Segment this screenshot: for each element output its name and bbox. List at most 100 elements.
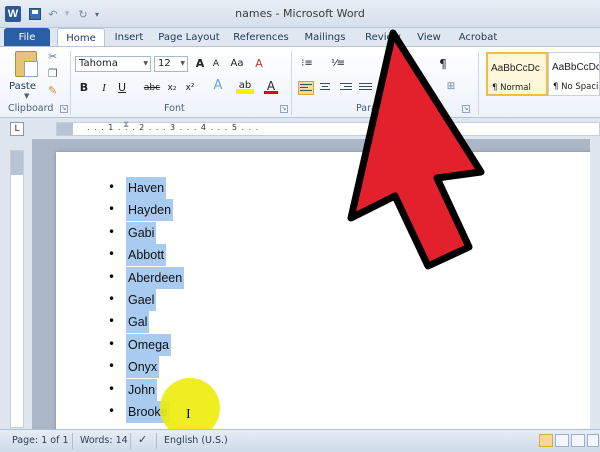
language-indicator[interactable]: English (U.S.) <box>164 435 228 446</box>
align-center-button[interactable] <box>318 81 334 95</box>
cut-icon[interactable]: ✂ <box>48 50 57 63</box>
copy-icon[interactable]: ❐ <box>48 67 58 80</box>
ribbon-tabs: File Home Insert Page Layout References … <box>0 28 600 47</box>
list-item-text[interactable]: Haven <box>126 177 167 199</box>
font-size-select[interactable]: 12 ▼ <box>154 56 188 72</box>
ruler-margin <box>11 151 23 175</box>
ribbon: Paste ▼ ✂ ❐ ✎ Clipboard ↘ Tahoma ▼ 12 ▼ … <box>0 46 600 118</box>
bullet: • <box>108 403 116 418</box>
align-right-button[interactable] <box>338 81 354 95</box>
show-formatting-button[interactable]: ¶ <box>436 56 450 72</box>
tab-insert[interactable]: Insert <box>112 28 146 47</box>
ruler-margin <box>57 123 73 135</box>
word-count[interactable]: Words: 14 <box>80 435 128 446</box>
tab-file[interactable]: File <box>4 28 50 47</box>
style-name: ¶ Normal <box>492 83 531 93</box>
bullet: • <box>108 224 116 239</box>
highlight-color-button[interactable]: ab <box>236 78 254 94</box>
list-item-text[interactable]: Aberdeen <box>126 266 185 289</box>
shrink-font-button[interactable]: A <box>209 56 223 72</box>
subscript-button[interactable]: x₂ <box>164 80 180 96</box>
group-divider <box>478 51 479 115</box>
indent-marker-icon[interactable]: ⧗ <box>123 120 129 130</box>
full-screen-reading-view-icon[interactable] <box>555 434 569 447</box>
bullet: • <box>108 314 116 329</box>
bullet: • <box>108 291 116 306</box>
status-divider <box>130 433 131 449</box>
font-color-button[interactable]: A <box>264 78 278 94</box>
paragraph-launcher-icon[interactable]: ↘ <box>462 105 470 113</box>
status-bar: Page: 1 of 1 Words: 14 ✓ English (U.S.) <box>0 429 600 452</box>
window-title: names - Microsoft Word <box>235 7 365 20</box>
bold-button[interactable]: B <box>78 80 90 96</box>
font-size-value: 12 <box>158 58 171 69</box>
font-name-select[interactable]: Tahoma ▼ <box>75 56 151 72</box>
underline-button[interactable]: U <box>116 80 128 96</box>
style-normal[interactable]: AaBbCcDc ¶ Normal <box>486 52 548 96</box>
paste-dropdown-icon[interactable]: ▼ <box>24 92 29 100</box>
tab-references[interactable]: References <box>232 28 290 47</box>
numbering-icon[interactable]: ⅟≡ <box>330 56 346 72</box>
clipboard-launcher-icon[interactable]: ↘ <box>60 105 68 113</box>
list-item-text[interactable]: Onyx <box>126 356 160 379</box>
ruler-area: L . . . 1 . . . 2 . . . 3 . . . 4 . . . … <box>0 119 600 139</box>
page-count[interactable]: Page: 1 of 1 <box>12 435 69 446</box>
style-sample: AaBbCcDc <box>552 62 600 73</box>
status-divider <box>156 433 157 449</box>
italic-button[interactable]: I <box>98 80 110 96</box>
font-name-value: Tahoma <box>79 58 118 69</box>
bullet: • <box>108 269 116 284</box>
tab-review[interactable]: Review <box>362 28 404 47</box>
proofing-icon[interactable]: ✓ <box>138 433 147 446</box>
bullet: • <box>108 202 116 217</box>
bullet: • <box>108 336 116 351</box>
list-item-text[interactable]: John <box>126 378 158 401</box>
horizontal-ruler[interactable]: . . . 1 . . . 2 . . . 3 . . . 4 . . . 5 … <box>56 120 600 136</box>
text-cursor-icon: I <box>186 407 191 422</box>
style-no-spacing[interactable]: AaBbCcDc ¶ No Spaci... <box>548 52 600 96</box>
group-divider <box>70 51 71 115</box>
tab-page-layout[interactable]: Page Layout <box>158 28 220 47</box>
tab-selector-button[interactable]: L <box>10 122 24 136</box>
tab-acrobat[interactable]: Acrobat <box>457 28 499 47</box>
bullet: • <box>108 180 116 194</box>
bullet: • <box>108 359 116 374</box>
title-bar: W ↶ ▾ ↻ ▾ names - Microsoft Word <box>0 0 600 28</box>
web-layout-view-icon[interactable] <box>571 434 585 447</box>
clear-formatting-button[interactable]: A <box>252 56 266 72</box>
list-item-text[interactable]: Gal <box>126 311 150 334</box>
superscript-button[interactable]: x² <box>182 80 198 96</box>
list-item-text[interactable]: Gabi <box>126 221 157 244</box>
grow-font-button[interactable]: A <box>193 56 207 72</box>
borders-icon[interactable]: ⊞ <box>444 79 458 95</box>
paragraph-group-label: Para <box>356 103 377 114</box>
list-item-text[interactable]: Omega <box>126 333 171 356</box>
bullet: • <box>108 247 116 262</box>
change-case-button[interactable]: Aa <box>228 56 246 72</box>
ruler-numbers: . . . 1 . . . 2 . . . 3 . . . 4 . . . 5 … <box>87 123 260 132</box>
list-item-text[interactable]: Hayden <box>126 199 174 222</box>
tab-home[interactable]: Home <box>57 28 105 47</box>
justify-button[interactable] <box>358 81 374 95</box>
align-left-button[interactable] <box>298 81 314 95</box>
tab-mailings[interactable]: Mailings <box>302 28 348 47</box>
font-launcher-icon[interactable]: ↘ <box>280 105 288 113</box>
strikethrough-button[interactable]: abc <box>142 80 162 96</box>
list-item-text[interactable]: Abbott <box>126 244 167 267</box>
bullets-icon[interactable]: ⁝≡ <box>299 56 315 72</box>
style-sample: AaBbCcDc <box>491 63 540 74</box>
paste-icon[interactable] <box>15 51 38 77</box>
clipboard-group-label: Clipboard <box>8 103 54 114</box>
style-name: ¶ No Spaci... <box>553 82 599 92</box>
format-painter-icon[interactable]: ✎ <box>48 84 57 97</box>
print-layout-view-icon[interactable] <box>539 434 553 447</box>
outline-view-icon[interactable] <box>587 434 599 447</box>
tab-view[interactable]: View <box>414 28 444 47</box>
list-item-text[interactable]: Gael <box>126 288 157 311</box>
chevron-down-icon: ▼ <box>143 60 148 67</box>
paste-button[interactable]: Paste <box>9 81 36 92</box>
text-effects-button[interactable]: A <box>210 78 226 94</box>
status-divider <box>72 433 73 449</box>
chevron-down-icon: ▼ <box>180 60 185 67</box>
document-page[interactable]: • Haven • Hayden • Gabi • Abbott • Aberdeen •… <box>56 152 600 438</box>
